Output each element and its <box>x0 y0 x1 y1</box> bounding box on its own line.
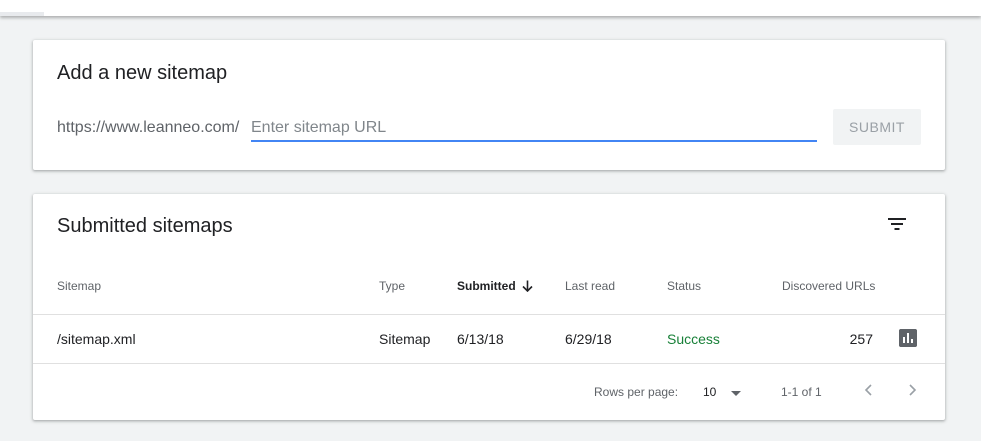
submit-button[interactable]: SUBMIT <box>833 109 921 145</box>
submitted-sitemaps-title: Submitted sitemaps <box>57 215 233 237</box>
rows-per-page-label: Rows per page: <box>594 385 679 399</box>
column-header-type[interactable]: Type <box>379 279 405 293</box>
add-sitemap-title: Add a new sitemap <box>57 62 228 84</box>
rows-per-page-value: 10 <box>703 385 717 399</box>
column-header-submitted-label: Submitted <box>457 279 516 293</box>
pagination-range: 1-1 of 1 <box>781 385 822 399</box>
header-divider <box>33 314 945 315</box>
column-header-last-read[interactable]: Last read <box>565 279 615 293</box>
row-divider <box>33 363 945 364</box>
bar-chart-icon[interactable] <box>899 329 917 347</box>
column-header-status[interactable]: Status <box>667 279 701 293</box>
rows-per-page-select[interactable]: 10 <box>703 382 749 402</box>
cell-last-read: 6/29/18 <box>565 331 612 347</box>
cell-sitemap: /sitemap.xml <box>57 331 136 347</box>
column-header-submitted[interactable]: Submitted <box>457 279 533 293</box>
cell-type: Sitemap <box>379 331 431 347</box>
caret-down-icon <box>731 391 741 396</box>
column-header-discovered-urls[interactable]: Discovered URLs <box>782 279 875 293</box>
sitemap-url-input[interactable] <box>251 116 817 142</box>
submitted-sitemaps-card: Submitted sitemaps Sitemap Type Submitte… <box>33 194 945 420</box>
chevron-left-icon[interactable] <box>859 380 879 400</box>
column-header-sitemap[interactable]: Sitemap <box>57 279 101 293</box>
cell-status: Success <box>667 331 720 347</box>
add-sitemap-card: Add a new sitemap https://www.leanneo.co… <box>33 40 945 170</box>
cell-submitted: 6/13/18 <box>457 331 504 347</box>
arrow-down-icon <box>522 280 533 292</box>
sitemap-url-prefix: https://www.leanneo.com/ <box>57 119 240 136</box>
filter-icon[interactable] <box>885 214 909 234</box>
top-bar-tab-edge <box>0 12 44 16</box>
cell-discovered-urls: 257 <box>849 331 873 347</box>
top-app-bar <box>0 0 981 16</box>
chevron-right-icon[interactable] <box>902 380 922 400</box>
